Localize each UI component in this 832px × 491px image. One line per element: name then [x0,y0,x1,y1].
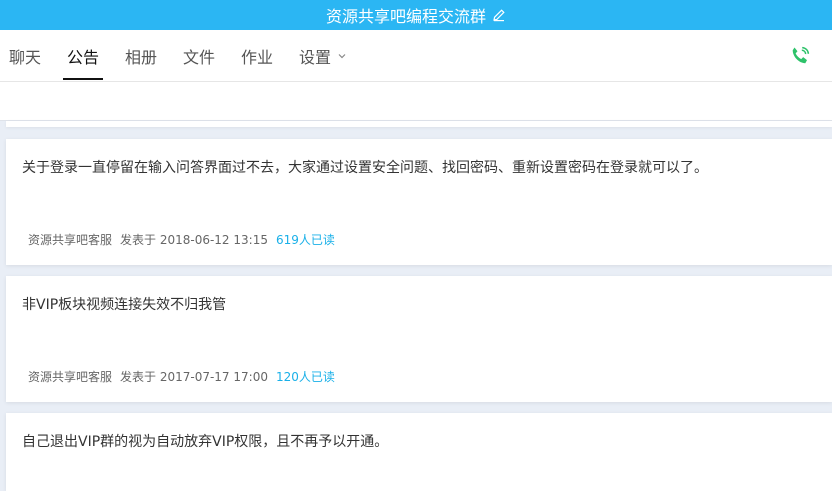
window-title-bar: 资源共享吧编程交流群 [0,0,832,30]
announcement-content: 非VIP板块视频连接失效不归我管 [22,297,227,313]
tab-label: 公告 [67,47,100,67]
announcement-date: 发表于 2018-06-12 13:15 [120,233,268,247]
active-tab-indicator [63,78,104,80]
tab-label: 作业 [241,47,274,67]
announcement-card[interactable]: 非VIP板块视频连接失效不归我管 资源共享吧客服 发表于 2017-07-17 … [6,276,832,402]
read-count[interactable]: 619人已读 [276,231,335,248]
announcement-author: 资源共享吧客服 [28,233,113,247]
tab-homework[interactable]: 作业 [241,30,273,81]
tab-announcements[interactable]: 公告 [63,30,104,81]
previous-card-edge [6,121,832,127]
phone-call-button[interactable] [788,44,812,68]
tab-album[interactable]: 相册 [125,30,157,81]
announcement-card[interactable]: 关于登录一直停留在输入问答界面过不去，大家通过设置安全问题、找回密码、重新设置密… [6,139,832,265]
tab-label: 文件 [183,47,216,67]
toolbar-band [0,82,832,121]
read-count[interactable]: 120人已读 [276,368,335,385]
tab-chat[interactable]: 聊天 [9,30,41,81]
tab-label: 聊天 [9,47,42,67]
announcement-author: 资源共享吧客服 [28,370,113,384]
group-title: 资源共享吧编程交流群 [325,7,486,26]
tab-label: 设置 [299,47,332,67]
phone-call-icon [792,46,810,64]
edit-pencil-icon[interactable] [492,8,506,22]
announcement-card[interactable]: 自己退出VIP群的视为自动放弃VIP权限，且不再予以开通。 [6,413,832,491]
tab-label: 相册 [125,47,158,67]
tab-settings[interactable]: 设置 [299,30,347,81]
tab-bar: 聊天 公告 相册 文件 作业 设置 [0,30,832,82]
tab-files[interactable]: 文件 [183,30,215,81]
chevron-down-icon [337,51,347,61]
announcement-meta: 资源共享吧客服 发表于 2017-07-17 17:00 120人已读 [28,368,335,385]
announcement-date: 发表于 2017-07-17 17:00 [120,370,268,384]
announcement-content: 关于登录一直停留在输入问答界面过不去，大家通过设置安全问题、找回密码、重新设置密… [22,160,708,176]
announcement-meta: 资源共享吧客服 发表于 2018-06-12 13:15 619人已读 [28,231,335,248]
announcement-content: 自己退出VIP群的视为自动放弃VIP权限，且不再予以开通。 [22,434,389,450]
